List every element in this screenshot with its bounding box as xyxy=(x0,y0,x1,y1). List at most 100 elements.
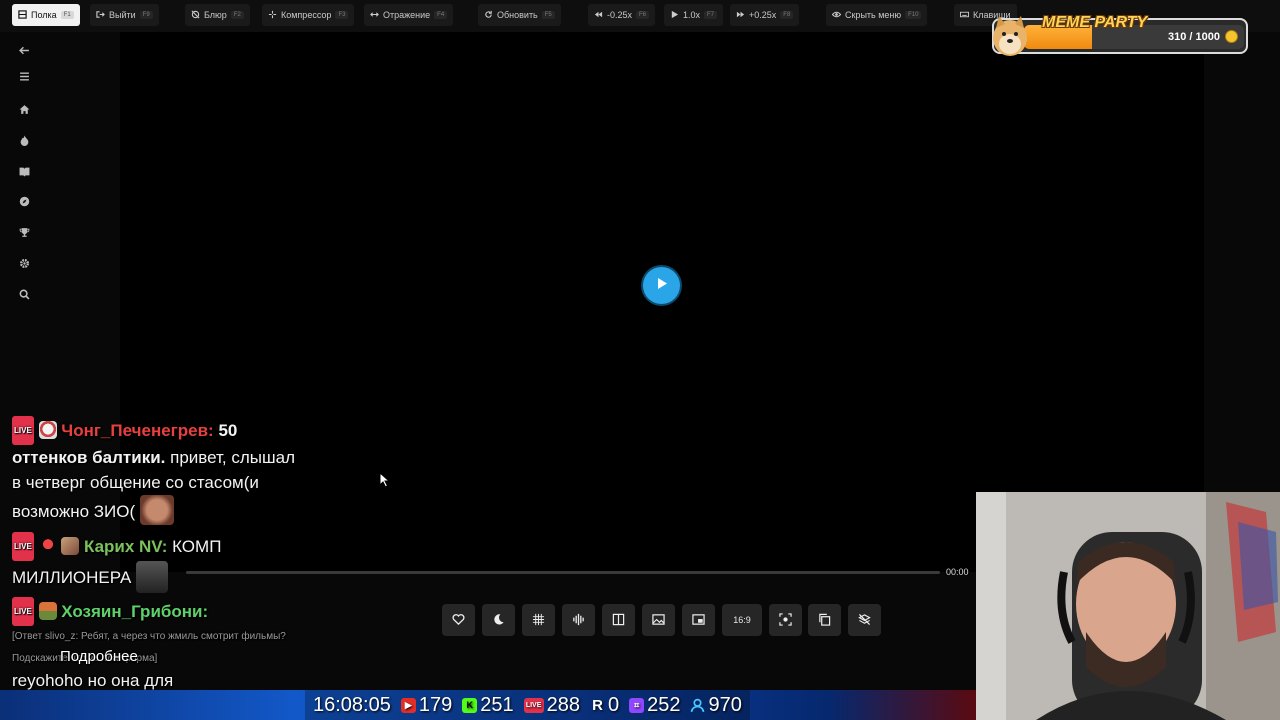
split-icon xyxy=(612,613,625,628)
night-mode-button[interactable] xyxy=(482,604,515,636)
waveform-icon xyxy=(572,613,585,628)
mushroom-icon xyxy=(38,602,57,620)
fire-icon xyxy=(19,133,30,151)
coin-icon xyxy=(1225,30,1238,43)
shelf-button[interactable]: Полка F1 xyxy=(12,4,80,26)
search-icon xyxy=(19,287,30,305)
refresh-button[interactable]: Обновить F5 xyxy=(478,4,561,26)
chat-overlay: LIVE Чонг_Печенегрев: 50 оттенков балтик… xyxy=(0,414,310,720)
live-icon: LIVE xyxy=(523,697,544,713)
keyboard-icon xyxy=(960,10,969,21)
aspect-ratio-button[interactable]: 16:9 xyxy=(722,604,762,636)
r-icon: R xyxy=(592,696,603,714)
play-button[interactable] xyxy=(643,267,680,304)
live-badge: LIVE xyxy=(12,597,34,626)
kick-icon: K xyxy=(462,697,478,713)
compass-icon xyxy=(19,194,30,212)
sidebar-item-library[interactable] xyxy=(16,165,32,181)
exit-icon xyxy=(96,10,105,21)
screenshot-icon xyxy=(779,612,792,628)
eye-icon xyxy=(831,10,842,21)
copy-button[interactable] xyxy=(808,604,841,636)
hamster-emote-icon xyxy=(139,495,174,525)
wine-glass-icon xyxy=(38,537,57,555)
sidebar-item-menu[interactable] xyxy=(16,70,32,86)
blur-icon xyxy=(191,10,200,21)
emote-icon xyxy=(38,421,57,439)
chat-nickname[interactable]: Карих NV: xyxy=(84,537,167,556)
arrow-left-icon xyxy=(18,43,30,61)
live-counter: LIVE 288 xyxy=(523,694,580,717)
sidebar-item-search[interactable] xyxy=(16,288,32,304)
shelf-icon xyxy=(18,9,27,21)
sidebar-item-home[interactable] xyxy=(16,103,32,119)
sidebar-item-popular[interactable] xyxy=(16,134,32,150)
speed-normal-button[interactable]: 1.0x F7 xyxy=(664,4,724,26)
badge-icon xyxy=(61,537,80,555)
hide-menu-button[interactable]: Скрыть меню F10 xyxy=(826,4,928,26)
heart-icon xyxy=(452,613,465,628)
viewers-counter: 970 xyxy=(690,694,742,717)
aspect-ratio-label: 16:9 xyxy=(733,615,751,625)
chat-nickname[interactable]: Чонг_Печенегрев: xyxy=(61,421,213,440)
compressor-button[interactable]: Компрессор F3 xyxy=(262,4,355,26)
mirror-icon xyxy=(370,10,379,21)
layers-off-button[interactable] xyxy=(848,604,881,636)
meme-party-widget: MEME PARTY 310 / 1000 xyxy=(992,14,1248,56)
stats-counters: 16:08:05 ▶ 179 K 251 LIVE 288 R 0 ⌗ 252 … xyxy=(305,690,750,720)
speed-down-button[interactable]: -0.25x F6 xyxy=(588,4,656,26)
picture-icon xyxy=(652,613,665,628)
doge-icon xyxy=(993,16,1027,56)
meme-party-score: 310 / 1000 xyxy=(1168,31,1220,43)
sidebar-item-back[interactable] xyxy=(16,44,32,60)
webcam-feed xyxy=(976,492,1280,720)
sidebar-item-explore[interactable] xyxy=(16,195,32,211)
split-button[interactable] xyxy=(602,604,635,636)
gear-icon xyxy=(19,256,30,274)
refresh-icon xyxy=(484,10,493,21)
exit-button[interactable]: Выйти F9 xyxy=(90,4,159,26)
sidebar-item-trophy[interactable] xyxy=(16,226,32,242)
twitch-icon: ⌗ xyxy=(629,697,645,713)
youtube-counter: ▶ 179 xyxy=(400,694,452,717)
kick-counter: K 251 xyxy=(462,694,514,717)
mouse-cursor-icon xyxy=(379,472,391,488)
fast-forward-icon xyxy=(736,10,745,21)
pip-icon xyxy=(692,613,705,628)
audio-button[interactable] xyxy=(562,604,595,636)
layers-off-icon xyxy=(858,613,871,628)
mirror-button[interactable]: Отражение F4 xyxy=(364,4,454,26)
chat-nickname[interactable]: Хозяин_Грибони: xyxy=(61,602,208,621)
blur-button[interactable]: Блюр F2 xyxy=(185,4,250,26)
live-badge: LIVE xyxy=(12,416,34,445)
live-badge: LIVE xyxy=(12,532,34,561)
more-link[interactable]: Подробнее xyxy=(60,644,180,670)
sidebar xyxy=(0,32,48,412)
grid-button[interactable] xyxy=(522,604,555,636)
chat-message: LIVE Карих NV: КОМП МИЛЛИОНЕРА xyxy=(12,532,302,593)
meme-party-title: MEME PARTY xyxy=(1042,14,1148,31)
home-icon xyxy=(19,102,30,120)
stats-bar: 16:08:05 ▶ 179 K 251 LIVE 288 R 0 ⌗ 252 … xyxy=(0,690,976,720)
youtube-icon: ▶ xyxy=(400,697,416,713)
favorite-button[interactable] xyxy=(442,604,475,636)
user-icon xyxy=(690,698,705,713)
hamburger-icon xyxy=(19,69,30,87)
time-display: 00:00 xyxy=(946,567,969,577)
speed-up-button[interactable]: +0.25x F8 xyxy=(730,4,800,26)
grid-icon xyxy=(532,613,545,628)
copy-icon xyxy=(818,613,831,628)
face-emote-icon xyxy=(136,561,169,593)
screenshot-button[interactable] xyxy=(769,604,802,636)
pip-button[interactable] xyxy=(682,604,715,636)
picture-button[interactable] xyxy=(642,604,675,636)
play-icon xyxy=(670,10,679,21)
sidebar-item-settings[interactable] xyxy=(16,257,32,273)
twitch-counter: ⌗ 252 xyxy=(629,694,680,717)
compressor-icon xyxy=(268,10,277,21)
book-icon xyxy=(19,164,30,182)
rewind-icon xyxy=(594,10,603,21)
clock: 16:08:05 xyxy=(313,693,391,716)
webcam-image xyxy=(976,492,1280,720)
r-counter: R 0 xyxy=(590,694,619,717)
